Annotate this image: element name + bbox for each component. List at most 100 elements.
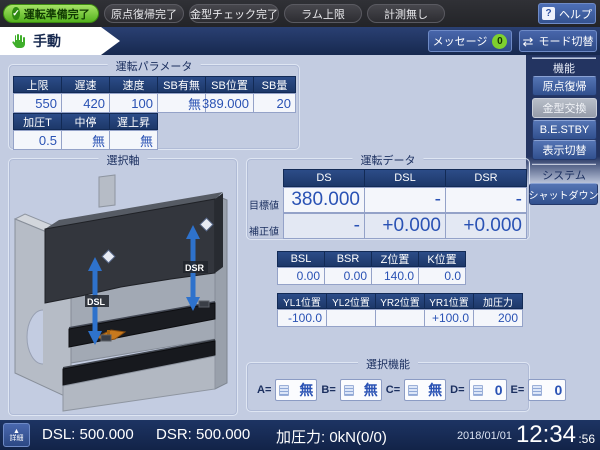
target-value-row-label: 目標値 — [249, 197, 279, 212]
pos1-header-cell: Z位置 — [371, 251, 419, 267]
help-button[interactable]: ? ヘルプ — [538, 3, 596, 24]
pos1-value-cell[interactable]: 0.00 — [277, 267, 325, 285]
sidebar-button-shutdown[interactable]: シャットダウン — [529, 183, 598, 205]
select-c-box[interactable]: 無 — [404, 379, 446, 401]
select-e-value: 0 — [554, 382, 562, 398]
param-value-cell[interactable]: 20 — [253, 93, 296, 113]
opdata-correction-cell[interactable]: +0.000 — [445, 213, 527, 239]
list-icon — [473, 385, 483, 396]
pos2-value-cell[interactable]: +100.0 — [424, 309, 474, 327]
pos2-value-cell[interactable]: 200 — [473, 309, 523, 327]
list-icon — [532, 385, 542, 396]
sidebar-button-be-stby[interactable]: B.E.STBY — [532, 120, 597, 140]
param-value-cell[interactable]: 無 — [61, 130, 110, 150]
svg-text:DSL: DSL — [87, 297, 106, 307]
select-d-label: D= — [450, 384, 464, 396]
hand-icon — [10, 33, 26, 49]
param-header-cell: 遅上昇 — [109, 113, 158, 130]
position-table-2: YL1位置 YL2位置 YR2位置 YR1位置 加圧力 -100.0 +100.… — [277, 293, 522, 327]
select-b-value: 無 — [364, 380, 378, 400]
status-pill-home-done: 原点復帰完了 — [104, 4, 184, 23]
opdata-target-cell[interactable]: - — [364, 187, 446, 213]
message-button-label: メッセージ — [433, 33, 488, 49]
pos1-value-cell[interactable]: 140.0 — [371, 267, 419, 285]
select-a-box[interactable]: 無 — [275, 379, 317, 401]
select-b-label: B= — [321, 384, 335, 396]
sidebar-separator-2 — [532, 163, 596, 165]
status-pill-no-measure: 計測無し — [367, 4, 445, 23]
mode-label: 手動 — [33, 31, 61, 51]
swap-icon: ⇄ — [523, 35, 534, 48]
opdata-target-cell[interactable]: - — [445, 187, 527, 213]
operation-data-group: 運転データ 目標値 補正値 DS DSL DSR 380.000 - - - +… — [246, 158, 530, 240]
axis-selection-group: 選択軸 — [8, 158, 238, 416]
opdata-correction-cell[interactable]: +0.000 — [364, 213, 446, 239]
function-section-label: 機能 — [528, 60, 600, 76]
pos1-value-cell[interactable]: 0.00 — [324, 267, 372, 285]
sidebar-button-die-change[interactable]: 金型交換 — [532, 98, 597, 118]
detail-button-label: 詳細 — [10, 435, 24, 442]
param-value-cell[interactable]: 無 — [157, 93, 206, 113]
select-function-title: 選択機能 — [358, 356, 418, 372]
select-function-group: 選択機能 A= 無 B= 無 C= 無 D= 0 E= — [246, 362, 530, 412]
status-pill-ram-upper-limit: ラム上限 — [284, 4, 362, 23]
correction-value-row-label: 補正値 — [249, 223, 279, 238]
mode-bar: 手動 メッセージ 0 ⇄ モード切替 — [0, 27, 600, 55]
select-d-box[interactable]: 0 — [469, 379, 507, 401]
select-b-box[interactable]: 無 — [340, 379, 382, 401]
pos1-header-cell: BSL — [277, 251, 325, 267]
pos2-value-cell[interactable] — [326, 309, 376, 327]
pos1-header-cell: BSR — [324, 251, 372, 267]
param-value-cell[interactable]: 100 — [109, 93, 158, 113]
position-table-1: BSL BSR Z位置 K位置 0.00 0.00 140.0 0.0 — [277, 251, 465, 285]
detail-arrow-icon: ▲ — [13, 428, 20, 435]
detail-button[interactable]: ▲ 詳細 — [3, 423, 30, 447]
mode-switch-label: モード切替 — [538, 33, 593, 49]
param-header-cell: 遅速 — [61, 76, 110, 93]
list-icon — [344, 385, 354, 396]
param-value-cell[interactable]: 0.5 — [13, 130, 62, 150]
svg-text:DSR: DSR — [185, 263, 205, 273]
select-e-box[interactable]: 0 — [528, 379, 566, 401]
select-d-value: 0 — [495, 382, 503, 398]
select-e-label: E= — [511, 384, 525, 396]
opdata-column-header: DSR — [445, 169, 527, 187]
ready-status-label: 運転準備完了 — [24, 6, 90, 22]
select-a-label: A= — [257, 384, 271, 396]
help-button-label: ヘルプ — [559, 6, 592, 22]
param-header-cell: 加圧T — [13, 113, 62, 130]
main-area: 運転パラメータ 上限 遅速 速度 SB有無 SB位置 SB量 550 420 1… — [0, 55, 600, 420]
select-c-value: 無 — [428, 380, 442, 400]
opdata-column-header: DS — [283, 169, 365, 187]
axis-selection-title: 選択軸 — [99, 152, 148, 168]
param-header-cell: SB有無 — [157, 76, 206, 93]
pos2-value-cell[interactable]: -100.0 — [277, 309, 327, 327]
mode-switch-button[interactable]: ⇄ モード切替 — [519, 30, 597, 52]
opdata-correction-cell[interactable]: - — [283, 213, 365, 239]
status-pill-die-check-done: 金型チェック完了 — [189, 4, 279, 23]
check-icon: ✓ — [12, 7, 20, 20]
param-value-cell[interactable]: 無 — [109, 130, 158, 150]
pos2-value-cell[interactable] — [375, 309, 425, 327]
param-header-cell: 速度 — [109, 76, 158, 93]
press-brake-machine-image: DSL DSR — [11, 169, 235, 413]
pos2-header-cell: YL1位置 — [277, 293, 327, 309]
force-readout: 加圧力: 0kN(0/0) — [276, 426, 387, 447]
param-value-cell[interactable]: 420 — [61, 93, 110, 113]
sidebar-button-home-return[interactable]: 原点復帰 — [532, 76, 597, 96]
param-header-cell: 中停 — [61, 113, 110, 130]
mode-banner: 手動 — [0, 27, 122, 55]
list-icon — [408, 385, 418, 396]
pos1-value-cell[interactable]: 0.0 — [418, 267, 466, 285]
sidebar-separator — [532, 57, 596, 59]
time-display: 12:34 — [516, 421, 576, 449]
opdata-target-cell[interactable]: 380.000 — [283, 187, 365, 213]
message-count-badge: 0 — [492, 34, 507, 49]
param-header-cell: SB位置 — [205, 76, 254, 93]
param-value-cell[interactable]: 389.000 — [205, 93, 254, 113]
param-value-cell[interactable]: 550 — [13, 93, 62, 113]
message-button[interactable]: メッセージ 0 — [428, 30, 512, 52]
sidebar-button-display-switch[interactable]: 表示切替 — [532, 140, 597, 160]
pos2-header-cell: YR2位置 — [375, 293, 425, 309]
help-icon: ? — [542, 7, 555, 20]
